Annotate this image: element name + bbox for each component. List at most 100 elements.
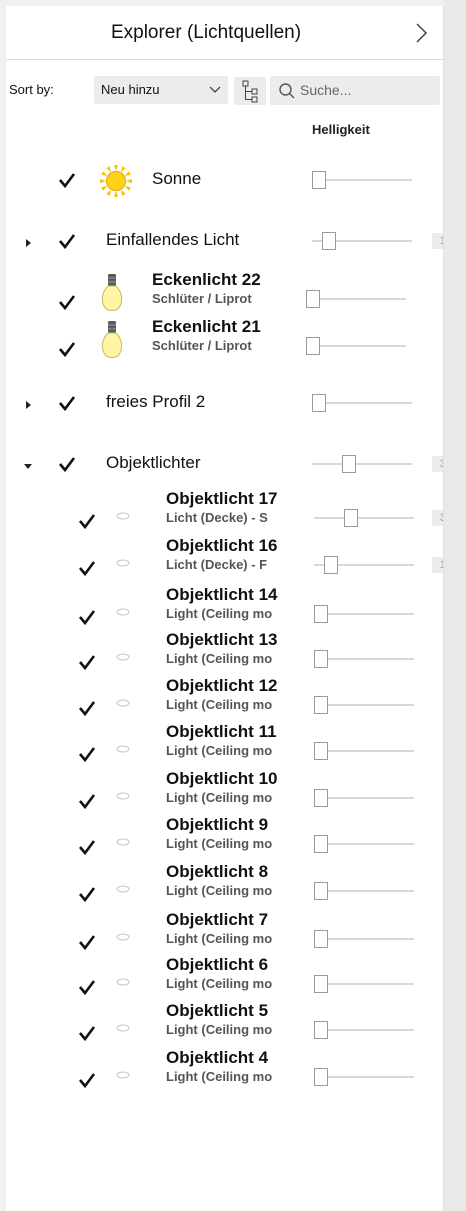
list-item[interactable]: Objektlicht 10 Light (Ceiling mo	[6, 766, 443, 814]
ceiling-light-icon	[112, 975, 134, 994]
sort-dropdown[interactable]: Neu hinzu	[94, 76, 228, 104]
caret-right-icon[interactable]	[23, 235, 33, 247]
brightness-slider[interactable]	[312, 454, 412, 474]
brightness-slider[interactable]	[312, 393, 412, 413]
slider-thumb[interactable]	[314, 650, 328, 668]
slider-thumb[interactable]	[312, 171, 326, 189]
checkbox[interactable]	[78, 745, 96, 763]
slider-thumb[interactable]	[314, 789, 328, 807]
brightness-slider[interactable]	[306, 336, 406, 356]
ceiling-light-icon	[116, 838, 130, 846]
checkbox[interactable]	[58, 340, 76, 358]
brightness-slider[interactable]	[314, 1020, 414, 1040]
list-item[interactable]: Einfallendes Licht 1	[6, 217, 443, 265]
checkbox[interactable]	[78, 933, 96, 951]
checkbox[interactable]	[78, 838, 96, 856]
item-subtitle: Light (Ceiling mo	[166, 790, 273, 805]
brightness-slider[interactable]	[314, 649, 414, 669]
item-name: Objektlicht 10	[166, 769, 278, 788]
brightness-slider[interactable]	[306, 289, 406, 309]
checkmark-icon	[79, 747, 96, 763]
brightness-slider[interactable]	[314, 1067, 414, 1087]
slider-track	[314, 658, 414, 660]
brightness-slider[interactable]	[314, 881, 414, 901]
checkmark-icon	[79, 1073, 96, 1089]
list-item[interactable]: Objektlicht 5 Light (Ceiling mo	[6, 998, 443, 1046]
checkbox[interactable]	[78, 978, 96, 996]
checkbox[interactable]	[58, 171, 76, 189]
slider-thumb[interactable]	[306, 290, 320, 308]
slider-thumb[interactable]	[314, 835, 328, 853]
tree-view-button[interactable]	[234, 77, 266, 105]
checkbox[interactable]	[58, 293, 76, 311]
brightness-slider[interactable]	[314, 741, 414, 761]
slider-thumb[interactable]	[344, 509, 358, 527]
brightness-slider[interactable]	[314, 604, 414, 624]
list-item[interactable]: Eckenlicht 22 Schlüter / Liprot	[6, 267, 443, 315]
checkbox[interactable]	[58, 455, 76, 473]
slider-thumb[interactable]	[314, 696, 328, 714]
slider-thumb[interactable]	[314, 742, 328, 760]
item-name: Eckenlicht 22	[152, 270, 261, 289]
list-item[interactable]: Objektlicht 13 Light (Ceiling mo	[6, 627, 443, 675]
list-item[interactable]: Eckenlicht 21 Schlüter / Liprot	[6, 314, 443, 362]
list-item[interactable]: Objektlicht 8 Light (Ceiling mo	[6, 859, 443, 907]
slider-thumb[interactable]	[314, 975, 328, 993]
brightness-slider[interactable]	[314, 834, 414, 854]
brightness-slider[interactable]	[314, 788, 414, 808]
slider-thumb[interactable]	[314, 1021, 328, 1039]
bulb-icon	[100, 320, 124, 367]
slider-thumb[interactable]	[314, 882, 328, 900]
checkbox[interactable]	[78, 559, 96, 577]
brightness-slider[interactable]	[312, 231, 412, 251]
list-item[interactable]: Objektlicht 11 Light (Ceiling mo	[6, 719, 443, 767]
list-item[interactable]: freies Profil 2	[6, 379, 443, 427]
list-item[interactable]: Objektlicht 16 Licht (Decke) - F 1	[6, 533, 443, 581]
caret-down-icon[interactable]	[23, 458, 33, 469]
slider-thumb[interactable]	[314, 605, 328, 623]
item-subtitle: Light (Ceiling mo	[166, 606, 273, 621]
caret-right-icon[interactable]	[23, 397, 33, 409]
brightness-slider[interactable]	[312, 170, 412, 190]
list-item[interactable]: Objektlicht 17 Licht (Decke) - S 3	[6, 486, 443, 534]
brightness-slider[interactable]	[314, 508, 414, 528]
item-subtitle: Light (Ceiling mo	[166, 931, 273, 946]
list-item[interactable]: Objektlicht 7 Light (Ceiling mo	[6, 907, 443, 955]
checkbox[interactable]	[58, 394, 76, 412]
list-item[interactable]: Objektlicht 4 Light (Ceiling mo	[6, 1045, 443, 1093]
ceiling-light-icon	[112, 1068, 134, 1087]
checkbox[interactable]	[78, 1024, 96, 1042]
item-name: Objektlicht 7	[166, 910, 269, 929]
brightness-slider[interactable]	[314, 929, 414, 949]
list-item[interactable]: Objektlicht 9 Light (Ceiling mo	[6, 812, 443, 860]
item-name: Objektlicht 12	[166, 676, 278, 695]
brightness-slider[interactable]	[314, 695, 414, 715]
list-item[interactable]: Objektlicht 6 Light (Ceiling mo	[6, 952, 443, 1000]
slider-thumb[interactable]	[322, 232, 336, 250]
checkbox[interactable]	[78, 512, 96, 530]
checkbox[interactable]	[78, 699, 96, 717]
slider-track	[314, 938, 414, 940]
search-input[interactable]	[300, 80, 436, 100]
checkbox[interactable]	[78, 653, 96, 671]
checkbox[interactable]	[58, 232, 76, 250]
slider-thumb[interactable]	[324, 556, 338, 574]
brightness-slider[interactable]	[314, 974, 414, 994]
slider-thumb[interactable]	[342, 455, 356, 473]
list-item[interactable]: Objektlicht 14 Light (Ceiling mo	[6, 582, 443, 630]
explorer-panel: Explorer (Lichtquellen) Sort by: Neu hin…	[6, 6, 444, 1211]
slider-thumb[interactable]	[314, 1068, 328, 1086]
chevron-right-icon[interactable]	[408, 20, 434, 46]
checkbox[interactable]	[78, 885, 96, 903]
slider-thumb[interactable]	[312, 394, 326, 412]
checkbox[interactable]	[78, 608, 96, 626]
slider-thumb[interactable]	[306, 337, 320, 355]
list-item[interactable]: Objektlichter 3	[6, 440, 443, 488]
checkbox[interactable]	[78, 1071, 96, 1089]
list-item[interactable]: Sonne	[6, 156, 443, 204]
slider-thumb[interactable]	[314, 930, 328, 948]
brightness-slider[interactable]	[314, 555, 414, 575]
checkmark-icon	[59, 342, 76, 358]
list-item[interactable]: Objektlicht 12 Light (Ceiling mo	[6, 673, 443, 721]
checkbox[interactable]	[78, 792, 96, 810]
